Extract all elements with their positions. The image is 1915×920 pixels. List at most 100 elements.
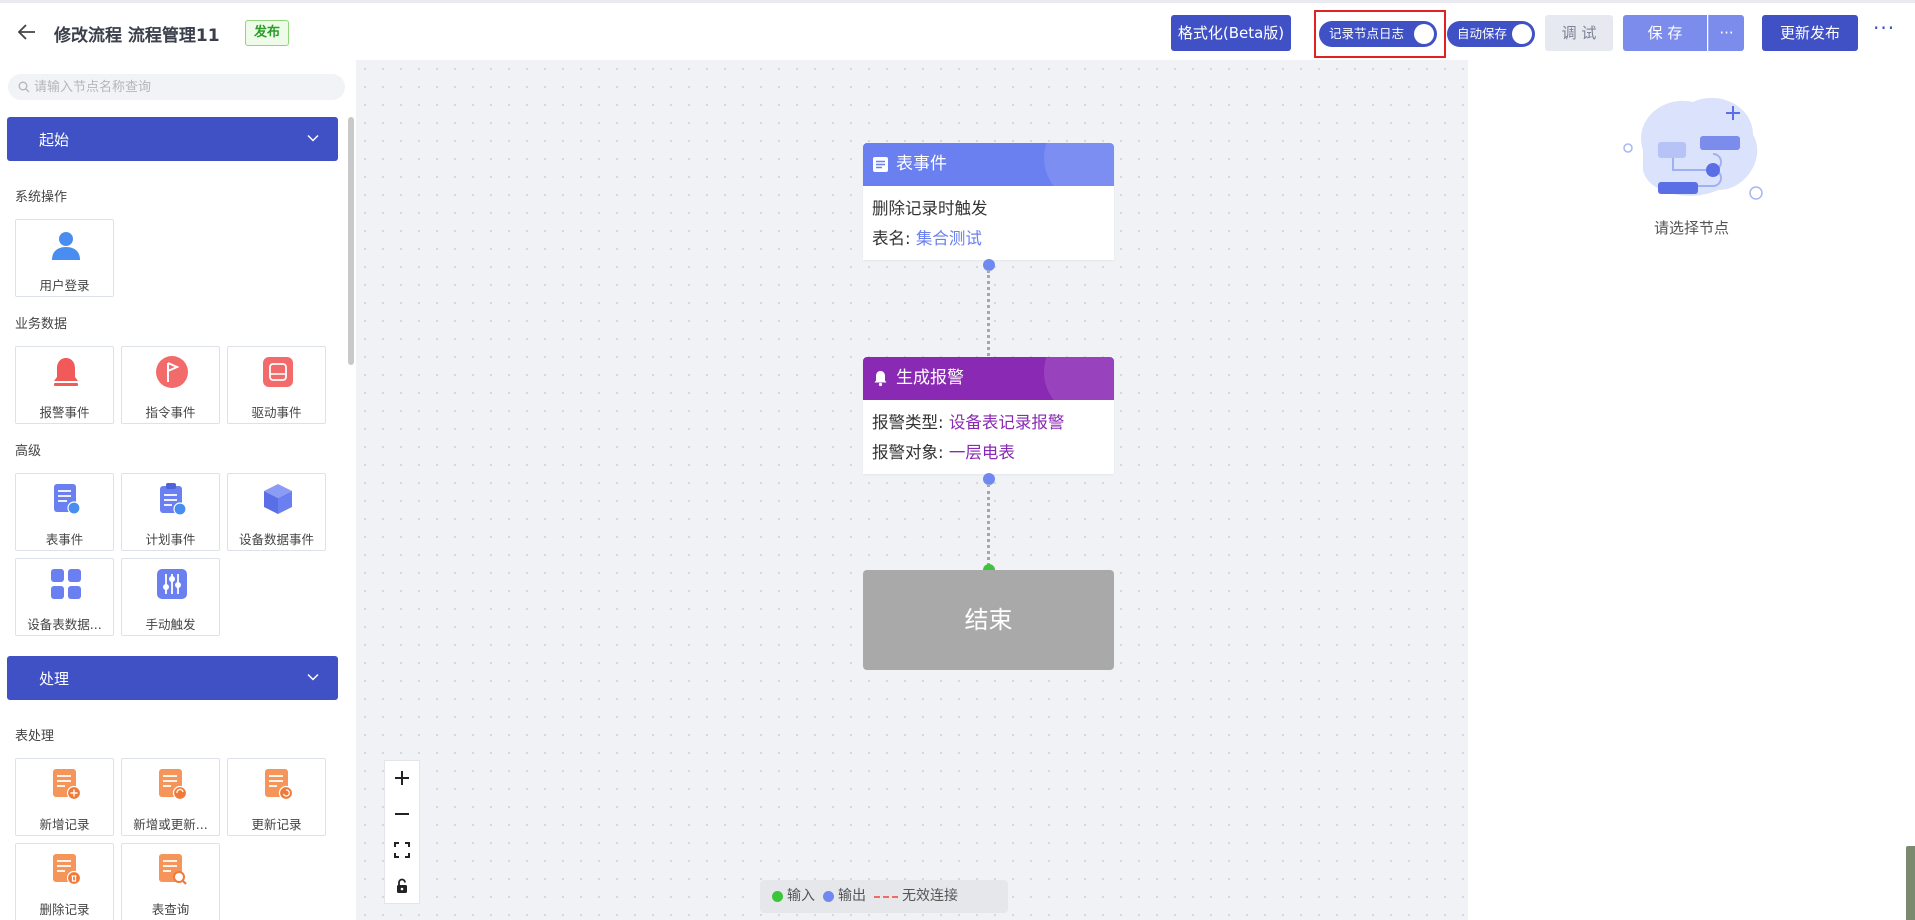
node-line-value: 设备表记录报警 bbox=[948, 413, 1065, 432]
tile-label: 手动触发 bbox=[145, 617, 196, 632]
node-tile-user-login[interactable]: 用户登录 bbox=[15, 219, 114, 297]
connection-edge[interactable] bbox=[987, 484, 990, 566]
node-table-line: 表名: 集合测试 bbox=[872, 224, 1105, 254]
header-decoration bbox=[1044, 143, 1114, 186]
sidebar-scrollbar[interactable] bbox=[348, 117, 354, 365]
legend-input: 输入 bbox=[787, 888, 815, 904]
autosave-toggle[interactable]: 自动保存 bbox=[1447, 21, 1535, 47]
tile-label: 设备表数据... bbox=[27, 617, 102, 632]
arrow-left-icon[interactable] bbox=[16, 21, 38, 43]
sliders-icon bbox=[157, 569, 187, 599]
zoom-controls bbox=[384, 760, 420, 904]
section-label: 业务数据 bbox=[15, 317, 68, 332]
format-button[interactable]: 格式化(Beta版) bbox=[1171, 15, 1291, 51]
header-decoration bbox=[1044, 357, 1114, 400]
node-tile-add-or-update[interactable]: 新增或更新... bbox=[121, 758, 220, 836]
node-tile-driver-event[interactable]: 驱动事件 bbox=[227, 346, 326, 424]
legend-invalid: 无效连接 bbox=[902, 888, 958, 904]
cube-icon bbox=[264, 484, 292, 514]
zoom-out-button[interactable] bbox=[385, 797, 419, 833]
tile-label: 表事件 bbox=[45, 532, 84, 547]
tile-label: 报警事件 bbox=[39, 405, 90, 420]
save-more-button[interactable]: ··· bbox=[1708, 15, 1744, 51]
section-label: 高级 bbox=[15, 444, 42, 459]
node-line-label: 报警类型: bbox=[872, 413, 949, 432]
clipboard-icon bbox=[160, 483, 187, 516]
tile-label: 用户登录 bbox=[39, 278, 90, 293]
chevron-down-icon bbox=[307, 134, 319, 142]
tile-label: 表查询 bbox=[151, 902, 190, 917]
lock-canvas-button[interactable] bbox=[385, 869, 419, 905]
edge-widget bbox=[1906, 846, 1915, 920]
autosave-toggle-label: 自动保存 bbox=[1457, 26, 1508, 41]
tile-label: 指令事件 bbox=[145, 405, 196, 420]
node-tile-alarm-event[interactable]: 报警事件 bbox=[15, 346, 114, 424]
node-tile-schedule-event[interactable]: 计划事件 bbox=[121, 473, 220, 551]
tile-label: 驱动事件 bbox=[251, 405, 302, 420]
node-line-value: 一层电表 bbox=[948, 443, 1015, 462]
node-line-label: 删除记录时触发 bbox=[872, 199, 988, 218]
node-tile-command-event[interactable]: 指令事件 bbox=[121, 346, 220, 424]
doc-delete-icon bbox=[53, 854, 82, 886]
node-body: 报警类型: 设备表记录报警 报警对象: 一层电表 bbox=[863, 400, 1114, 474]
flow-canvas[interactable]: 表事件 删除记录时触发 表名: 集合测试 生成报警 报警类型: 设备表记录报警 bbox=[356, 60, 1468, 920]
category-label: 处理 bbox=[39, 670, 70, 688]
log-toggle-label: 记录节点日志 bbox=[1329, 26, 1405, 41]
node-properties-panel: 请选择节点 bbox=[1468, 60, 1915, 920]
grid-icon bbox=[51, 569, 81, 599]
tile-label: 更新记录 bbox=[251, 817, 302, 832]
flow-node-end[interactable]: 结束 bbox=[863, 570, 1114, 670]
more-options-icon[interactable]: ··· bbox=[1873, 16, 1895, 40]
section-label: 表处理 bbox=[15, 729, 55, 744]
node-tile-table-event[interactable]: 表事件 bbox=[15, 473, 114, 551]
node-body: 删除记录时触发 表名: 集合测试 bbox=[863, 186, 1114, 260]
flow-node-table-event[interactable]: 表事件 删除记录时触发 表名: 集合测试 bbox=[863, 143, 1114, 260]
bell-icon bbox=[54, 358, 78, 386]
toggle-knob bbox=[1414, 24, 1434, 44]
plus-icon bbox=[395, 771, 409, 785]
tile-label: 删除记录 bbox=[39, 902, 90, 917]
node-line-value: 集合测试 bbox=[915, 229, 982, 248]
node-tile-device-table-data[interactable]: 设备表数据... bbox=[15, 558, 114, 636]
node-tile-device-data-event[interactable]: 设备数据事件 bbox=[227, 473, 326, 551]
section-label: 系统操作 bbox=[15, 190, 68, 205]
zoom-in-button[interactable] bbox=[385, 761, 419, 797]
category-label: 起始 bbox=[39, 131, 70, 149]
node-tile-delete-record[interactable]: 删除记录 bbox=[15, 843, 114, 920]
input-dot bbox=[772, 891, 783, 902]
node-alarm-type-line: 报警类型: 设备表记录报警 bbox=[872, 408, 1105, 438]
tile-label: 计划事件 bbox=[145, 532, 196, 547]
connection-legend: 输入 输出 无效连接 bbox=[760, 880, 1008, 913]
publish-button[interactable]: 更新发布 bbox=[1762, 15, 1858, 51]
flag-icon bbox=[156, 356, 188, 388]
empty-state-illustration bbox=[1623, 97, 1763, 200]
debug-button[interactable]: 调 试 bbox=[1545, 15, 1613, 51]
node-alarm-target-line: 报警对象: 一层电表 bbox=[872, 438, 1105, 468]
user-icon bbox=[52, 232, 80, 260]
category-start-header[interactable]: 起始 bbox=[7, 117, 338, 161]
node-tile-add-record[interactable]: 新增记录 bbox=[15, 758, 114, 836]
bell-icon bbox=[874, 371, 887, 387]
fit-view-button[interactable] bbox=[385, 833, 419, 869]
search-input[interactable] bbox=[34, 74, 334, 100]
node-trigger-text: 删除记录时触发 bbox=[872, 194, 1105, 224]
invalid-dash bbox=[874, 896, 898, 898]
save-button[interactable]: 保 存 bbox=[1623, 15, 1707, 51]
legend-output: 输出 bbox=[838, 888, 866, 904]
top-toolbar: 修改流程 流程管理11 发布 格式化(Beta版) 记录节点日志 自动保存 调 … bbox=[0, 0, 1915, 60]
flow-node-create-alarm[interactable]: 生成报警 报警类型: 设备表记录报警 报警对象: 一层电表 bbox=[863, 357, 1114, 474]
node-tile-table-query[interactable]: 表查询 bbox=[121, 843, 220, 920]
node-line-label: 报警对象: bbox=[872, 443, 949, 462]
tile-label: 新增或更新... bbox=[133, 817, 208, 832]
node-header: 生成报警 bbox=[863, 357, 1114, 400]
drive-icon bbox=[263, 357, 293, 387]
tile-label: 新增记录 bbox=[39, 817, 90, 832]
category-process-header[interactable]: 处理 bbox=[7, 656, 338, 700]
node-title: 表事件 bbox=[896, 154, 947, 174]
node-tile-update-record[interactable]: 更新记录 bbox=[227, 758, 326, 836]
node-search[interactable] bbox=[8, 74, 345, 100]
doc-sync-icon bbox=[159, 769, 188, 801]
node-tile-manual-trigger[interactable]: 手动触发 bbox=[121, 558, 220, 636]
log-node-toggle[interactable]: 记录节点日志 bbox=[1319, 21, 1437, 47]
empty-state-text: 请选择节点 bbox=[1653, 219, 1729, 237]
